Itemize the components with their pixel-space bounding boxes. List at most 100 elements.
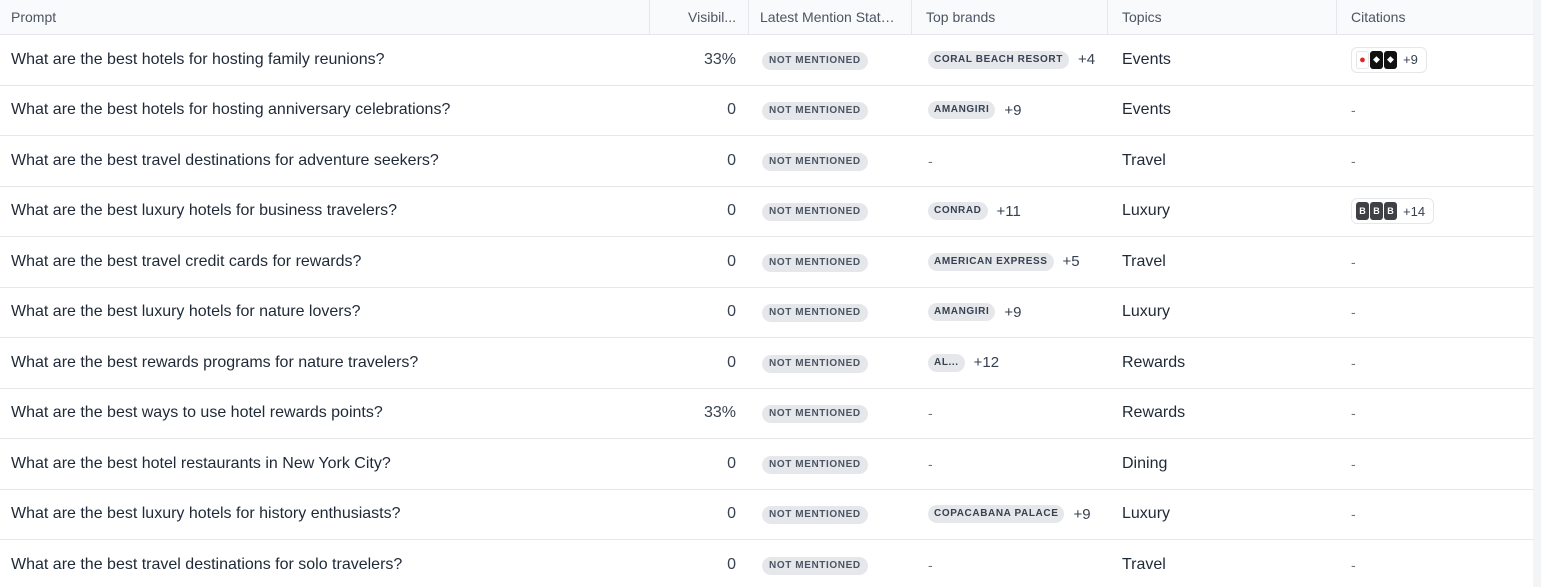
visibility-cell: 0 (727, 353, 736, 371)
brands-cell: AMERICAN EXPRESS +5 (912, 252, 1108, 271)
brands-cell: COPACABANA PALACE +9 (912, 505, 1108, 524)
citations-cell: - (1337, 153, 1533, 169)
citations-cell: B B B +14 (1337, 198, 1533, 225)
brand-more-count[interactable]: +11 (997, 203, 1021, 220)
red-logo-icon: ● (1356, 50, 1369, 69)
brand-more-count[interactable]: +12 (974, 354, 999, 371)
citations-more-count: +9 (1403, 52, 1418, 68)
citations-group[interactable]: B B B +14 (1351, 198, 1435, 225)
topic-cell: Dining (1122, 454, 1168, 472)
table-row[interactable]: What are the best travel destinations fo… (0, 136, 1533, 187)
visibility-cell: 0 (727, 151, 736, 169)
prompt-cell[interactable]: What are the best hotels for hosting fam… (0, 51, 650, 69)
empty-value: - (1351, 354, 1356, 371)
column-header-brands[interactable]: Top brands (912, 0, 1108, 35)
table-row[interactable]: What are the best hotels for hosting ann… (0, 86, 1533, 136)
status-badge: NOT MENTIONED (762, 152, 868, 171)
empty-value: - (1351, 455, 1356, 472)
brands-cell: AMANGIRI +9 (912, 101, 1108, 120)
column-header-topics[interactable]: Topics (1108, 0, 1337, 35)
prompt-cell[interactable]: What are the best travel destinations fo… (0, 152, 650, 170)
brand-more-count[interactable]: +9 (1004, 304, 1021, 321)
table-row[interactable]: What are the best luxury hotels for busi… (0, 187, 1533, 237)
citations-more-count: +14 (1403, 203, 1426, 219)
citations-cell: - (1337, 254, 1533, 270)
prompt-cell[interactable]: What are the best luxury hotels for hist… (0, 505, 650, 523)
table-row[interactable]: What are the best rewards programs for n… (0, 338, 1533, 389)
table-row[interactable]: What are the best luxury hotels for natu… (0, 288, 1533, 338)
table-row[interactable]: What are the best ways to use hotel rewa… (0, 389, 1533, 439)
visibility-cell: 0 (727, 454, 736, 472)
visibility-cell: 0 (727, 252, 736, 270)
citations-group[interactable]: ● ◆ ◆ +9 (1351, 46, 1427, 73)
status-cell: NOT MENTIONED (749, 353, 912, 373)
brands-cell: AMANGIRI +9 (912, 303, 1108, 322)
status-cell: NOT MENTIONED (749, 151, 912, 171)
citations-cell: - (1337, 456, 1533, 472)
brands-cell: - (912, 153, 1108, 169)
topic-cell: Travel (1122, 151, 1166, 169)
prompt-cell[interactable]: What are the best travel destinations fo… (0, 556, 650, 574)
column-header-citations[interactable]: Citations (1337, 0, 1533, 35)
prompt-cell[interactable]: What are the best ways to use hotel rewa… (0, 404, 650, 422)
empty-value: - (928, 455, 933, 472)
brands-cell: - (912, 557, 1108, 573)
status-cell: NOT MENTIONED (749, 252, 912, 272)
empty-value: - (1351, 152, 1356, 169)
citations-cell: - (1337, 102, 1533, 118)
empty-value: - (1351, 506, 1356, 523)
prompt-cell[interactable]: What are the best luxury hotels for natu… (0, 303, 650, 321)
citations-cell: - (1337, 304, 1533, 320)
prompt-cell[interactable]: What are the best travel credit cards fo… (0, 253, 650, 271)
empty-value: - (1351, 556, 1356, 573)
empty-value: - (1351, 405, 1356, 422)
table-row[interactable]: What are the best travel destinations fo… (0, 540, 1533, 587)
table-row[interactable]: What are the best hotels for hosting fam… (0, 35, 1533, 86)
visibility-cell: 0 (727, 303, 736, 321)
visibility-cell: 0 (727, 505, 736, 523)
topic-cell: Travel (1122, 252, 1166, 270)
brand-more-count[interactable]: +4 (1078, 51, 1095, 68)
status-badge: NOT MENTIONED (762, 354, 868, 373)
brand-badge: AL... (928, 353, 965, 372)
citations-cell: - (1337, 506, 1533, 522)
prompt-cell[interactable]: What are the best luxury hotels for busi… (0, 202, 650, 220)
column-header-visibility[interactable]: Visibil... (650, 0, 749, 35)
brand-badge: AMANGIRI (928, 303, 996, 322)
table-row[interactable]: What are the best luxury hotels for hist… (0, 490, 1533, 540)
prompts-table: Prompt Visibil... Latest Mention Statu..… (0, 0, 1533, 587)
status-cell: NOT MENTIONED (749, 555, 912, 575)
status-badge: NOT MENTIONED (762, 51, 868, 70)
brands-cell: CORAL BEACH RESORT +4 (912, 50, 1108, 69)
visibility-cell: 0 (727, 202, 736, 220)
brand-more-count[interactable]: +9 (1073, 506, 1090, 523)
citations-cell: - (1337, 355, 1533, 371)
empty-value: - (1351, 253, 1356, 270)
status-cell: NOT MENTIONED (749, 201, 912, 222)
column-header-status[interactable]: Latest Mention Statu... (749, 0, 912, 35)
brand-more-count[interactable]: +9 (1004, 102, 1021, 119)
status-badge: NOT MENTIONED (762, 203, 868, 222)
brand-badge: AMANGIRI (928, 101, 996, 120)
brand-badge: CONRAD (928, 202, 988, 221)
column-header-prompt[interactable]: Prompt (0, 0, 650, 35)
status-cell: NOT MENTIONED (749, 100, 912, 121)
table-row[interactable]: What are the best travel credit cards fo… (0, 237, 1533, 288)
status-badge: NOT MENTIONED (762, 556, 868, 575)
prompt-cell[interactable]: What are the best hotel restaurants in N… (0, 455, 650, 473)
table-row[interactable]: What are the best hotel restaurants in N… (0, 439, 1533, 490)
topic-cell: Travel (1122, 555, 1166, 573)
topic-cell: Events (1122, 101, 1171, 119)
prompt-cell[interactable]: What are the best hotels for hosting ann… (0, 101, 650, 119)
empty-value: - (1351, 102, 1356, 119)
citations-cell: ● ◆ ◆ +9 (1337, 46, 1533, 73)
brands-cell: - (912, 405, 1108, 421)
gray-logo-icon: B (1356, 202, 1369, 221)
topic-cell: Luxury (1122, 303, 1171, 321)
visibility-cell: 0 (727, 555, 736, 573)
scrollbar[interactable] (1533, 0, 1541, 587)
brand-more-count[interactable]: +5 (1063, 253, 1080, 270)
status-cell: NOT MENTIONED (749, 504, 912, 525)
prompt-cell[interactable]: What are the best rewards programs for n… (0, 354, 650, 372)
brand-badge: AMERICAN EXPRESS (928, 252, 1054, 271)
